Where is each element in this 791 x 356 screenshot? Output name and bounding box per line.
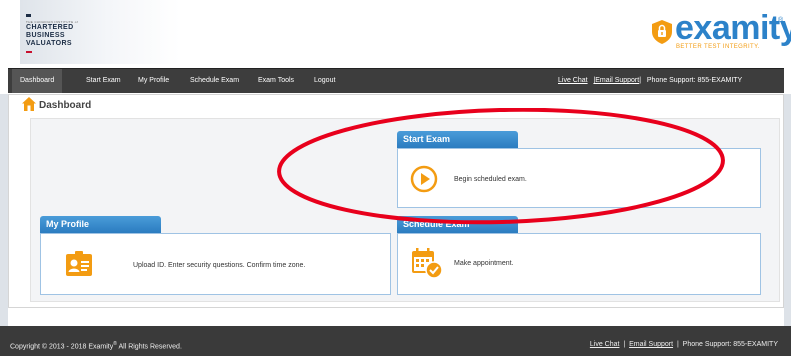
schedule-exam-card[interactable]: Make appointment. [397, 233, 761, 295]
footer-live-chat-link[interactable]: Live Chat [590, 341, 620, 348]
page-title: Dashboard [39, 100, 92, 111]
top-navbar: Dashboard Start Exam My Profile Schedule… [8, 68, 784, 93]
schedule-exam-card-title[interactable]: Schedule Exam [397, 216, 518, 233]
my-profile-description: Upload ID. Enter security questions. Con… [133, 262, 306, 269]
shield-lock-icon [652, 20, 672, 44]
nav-right-links: Live Chat |Email Support| Phone Support:… [558, 69, 742, 93]
home-icon [22, 97, 36, 111]
footer: Copyright © 2013 - 2018 Examity® All Rig… [0, 326, 791, 356]
footer-links: Live Chat | Email Support | Phone Suppor… [590, 341, 778, 348]
nav-my-profile[interactable]: My Profile [130, 69, 177, 93]
start-exam-card[interactable]: Begin scheduled exam. [397, 148, 761, 208]
client-logo-accent [26, 51, 32, 53]
brand-registered-mark: ® [778, 17, 784, 24]
nav-logout[interactable]: Logout [306, 69, 343, 93]
nav-separator: | [639, 77, 642, 84]
footer-separator-1: | [623, 341, 626, 348]
client-logo-line2: BUSINESS [26, 32, 65, 39]
my-profile-card[interactable]: Upload ID. Enter security questions. Con… [40, 233, 391, 295]
footer-phone-support: Phone Support: 855-EXAMITY [682, 341, 778, 348]
copyright-text: Copyright © 2013 - 2018 Examity [10, 343, 114, 351]
header: THE CANADIAN INSTITUTE of CHARTERED BUSI… [0, 0, 791, 68]
play-circle-icon[interactable] [410, 165, 438, 193]
nav-dashboard[interactable]: Dashboard [12, 69, 63, 93]
start-exam-card-title[interactable]: Start Exam [397, 131, 518, 148]
nav-live-chat-link[interactable]: Live Chat [558, 77, 588, 84]
nav-schedule-exam[interactable]: Schedule Exam [182, 69, 247, 93]
copyright-rights: All Rights Reserved. [118, 343, 182, 351]
schedule-exam-description: Make appointment. [454, 260, 514, 267]
page-gutter-right [784, 94, 791, 326]
examity-logo: examity ® BETTER TEST INTEGRITY. [652, 11, 791, 56]
client-logo-line1: CHARTERED [26, 24, 74, 31]
nav-exam-tools[interactable]: Exam Tools [250, 69, 302, 93]
id-card-icon[interactable] [65, 250, 93, 278]
nav-email-support-link[interactable]: |Email Support [593, 77, 639, 84]
nav-start-exam[interactable]: Start Exam [78, 69, 129, 93]
my-profile-card-title[interactable]: My Profile [40, 216, 161, 233]
nav-phone-support: Phone Support: 855-EXAMITY [646, 77, 743, 84]
calendar-check-icon[interactable] [411, 247, 443, 279]
client-logo: THE CANADIAN INSTITUTE of CHARTERED BUSI… [26, 14, 78, 53]
footer-copyright: Copyright © 2013 - 2018 Examity® All Rig… [10, 341, 182, 350]
page-gutter-left [0, 94, 8, 326]
client-logo-mark [26, 14, 31, 17]
copyright-reg: ® [113, 341, 117, 347]
footer-separator-2: | [676, 341, 679, 348]
brand-tagline: BETTER TEST INTEGRITY. [676, 44, 760, 50]
footer-email-support-link[interactable]: Email Support [629, 341, 673, 348]
client-logo-line3: VALUATORS [26, 40, 72, 47]
brand-name: examity [675, 9, 791, 47]
start-exam-description: Begin scheduled exam. [454, 176, 527, 183]
